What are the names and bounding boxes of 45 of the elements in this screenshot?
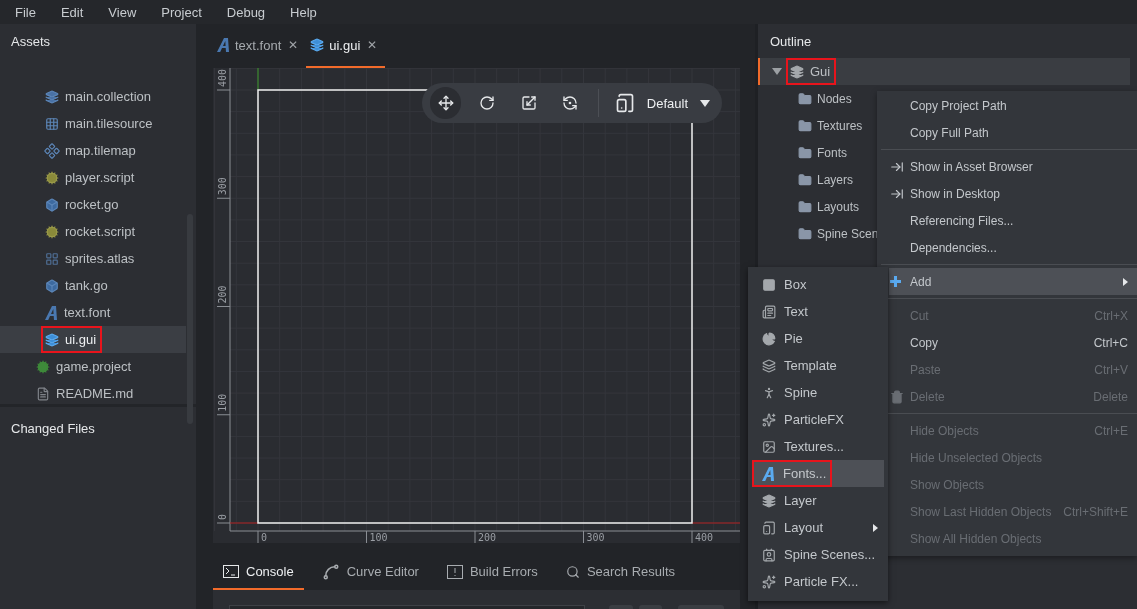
asset-name: ui.gui [65,332,97,347]
ruler-label: 0 [217,513,228,520]
item-label: Template [784,358,837,373]
ruler-label: 100 [217,393,228,412]
asset-name: text.font [64,305,111,320]
asset-name: main.tilesource [65,116,153,131]
ruler-label: 200 [217,285,228,304]
node-name: Layouts [817,199,860,214]
tab-label: ui.gui [329,37,361,53]
item-label: Pie [784,331,803,346]
node-name: Textures [817,118,863,133]
panel-title: Outline [769,32,813,51]
ruler-label: 200 [478,532,497,543]
item-label: Fonts... [783,466,827,481]
tab-label: text.font [235,37,282,53]
node-name: Layers [817,172,854,187]
item-label: Textures... [784,439,844,454]
asset-name: sprites.atlas [65,251,135,266]
item-label: Box [784,277,807,292]
ruler-label: 400 [695,532,714,543]
asset-name: README.md [56,386,134,401]
asset-name: player.script [65,170,135,185]
item-label: ParticleFX [784,412,844,427]
asset-name: rocket.script [65,224,136,239]
asset-name: rocket.go [65,197,119,212]
item-label: Layer [784,493,817,508]
asset-name: game.project [56,359,132,374]
panel-title: Changed Files [10,419,96,438]
item-label: Text [784,304,808,319]
ruler-label: 0 [261,532,268,543]
item-label: Particle FX... [784,574,859,589]
ruler-label: 400 [217,68,228,87]
asset-name: map.tilemap [65,143,136,158]
ruler-label: 300 [217,177,228,196]
ruler-label: 100 [369,532,388,543]
asset-name: main.collection [65,89,151,104]
node-name: Gui [810,64,831,79]
ruler-label: 300 [586,532,605,543]
node-name: Nodes [817,91,852,106]
item-label: Spine [784,385,818,400]
node-name: Fonts [817,145,847,160]
asset-name: tank.go [65,278,108,293]
panel-title: Assets [10,32,51,51]
item-label: Layout [784,520,824,535]
item-label: Spine Scenes... [784,547,876,562]
